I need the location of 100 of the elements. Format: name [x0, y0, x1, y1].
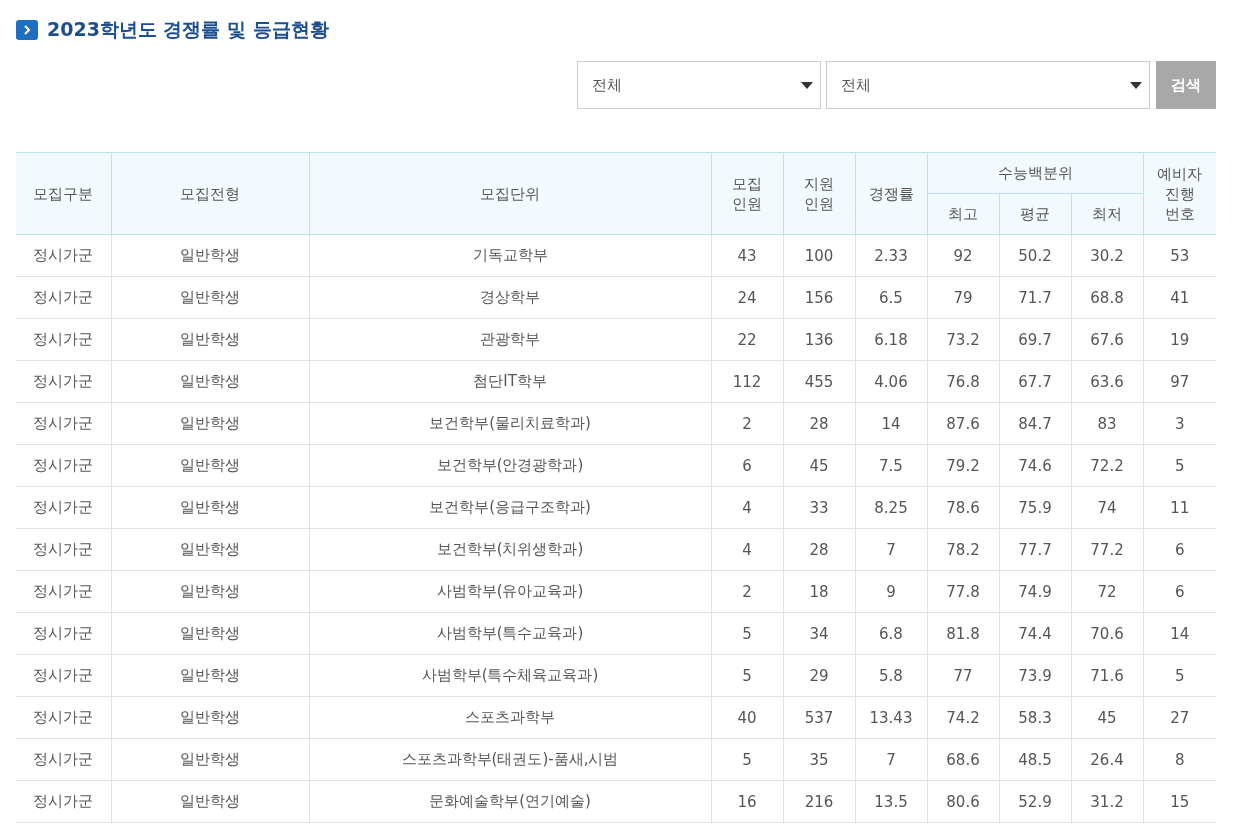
table-cell: 5	[711, 654, 783, 697]
table-cell: 43	[711, 234, 783, 277]
table-cell: 78.2	[927, 528, 999, 571]
table-cell: 26.4	[1071, 738, 1143, 781]
table-cell: 일반학생	[111, 612, 309, 655]
table-cell: 정시가군	[16, 654, 111, 697]
table-cell: 136	[783, 318, 855, 361]
table-cell: 사범학부(유아교육과)	[309, 570, 711, 613]
table-cell: 정시가군	[16, 444, 111, 487]
table-cell: 74.9	[999, 570, 1071, 613]
table-cell: 9	[855, 570, 927, 613]
dropdown-caret-icon	[801, 81, 813, 89]
table-cell: 28	[783, 528, 855, 571]
table-cell: 14	[855, 402, 927, 445]
table-cell: 경상학부	[309, 276, 711, 319]
table-cell: 2.33	[855, 234, 927, 277]
table-cell: 보건학부(물리치료학과)	[309, 402, 711, 445]
table-cell: 5	[711, 738, 783, 781]
table-cell: 79	[927, 276, 999, 319]
column-header: 평균	[999, 193, 1071, 235]
table-cell: 정시가군	[16, 486, 111, 529]
table-cell: 67.7	[999, 360, 1071, 403]
table-cell: 73.9	[999, 654, 1071, 697]
column-header: 최저	[1071, 193, 1143, 235]
table-cell: 68.8	[1071, 276, 1143, 319]
table-cell: 84.7	[999, 402, 1071, 445]
table-cell: 5.8	[855, 654, 927, 697]
table-cell: 77	[927, 654, 999, 697]
table-cell: 일반학생	[111, 318, 309, 361]
table-cell: 79.2	[927, 444, 999, 487]
table-cell: 28	[783, 402, 855, 445]
column-group-header: 수능백분위	[927, 152, 1143, 194]
table-cell: 68.6	[927, 738, 999, 781]
table-cell: 48.5	[999, 738, 1071, 781]
table-cell: 관광학부	[309, 318, 711, 361]
table-cell: 16	[711, 780, 783, 823]
table-cell: 112	[711, 360, 783, 403]
table-cell: 78.6	[927, 486, 999, 529]
table-cell: 45	[783, 444, 855, 487]
table-cell: 일반학생	[111, 654, 309, 697]
table-cell: 73.2	[927, 318, 999, 361]
column-header: 모집전형	[111, 152, 309, 235]
table-cell: 77.7	[999, 528, 1071, 571]
table-cell: 6.18	[855, 318, 927, 361]
column-header: 모집구분	[16, 152, 111, 235]
chevron-right-icon	[16, 20, 38, 40]
table-cell: 2	[711, 402, 783, 445]
table-cell: 74.4	[999, 612, 1071, 655]
table-cell: 7	[855, 528, 927, 571]
table-cell: 74	[1071, 486, 1143, 529]
table-cell: 74.6	[999, 444, 1071, 487]
table-cell: 33	[783, 486, 855, 529]
table-cell: 스포츠과학부	[309, 696, 711, 739]
column-header: 지원 인원	[783, 152, 855, 235]
table-cell: 일반학생	[111, 444, 309, 487]
column-header: 모집단위	[309, 152, 711, 235]
table-cell: 31.2	[1071, 780, 1143, 823]
table-cell: 4	[711, 486, 783, 529]
table-cell: 52.9	[999, 780, 1071, 823]
table-cell: 22	[711, 318, 783, 361]
table-cell: 537	[783, 696, 855, 739]
table-cell: 정시가군	[16, 360, 111, 403]
table-cell: 5	[711, 612, 783, 655]
table-cell: 29	[783, 654, 855, 697]
table-cell: 67.6	[1071, 318, 1143, 361]
table-cell: 63.6	[1071, 360, 1143, 403]
table-cell: 사범학부(특수교육과)	[309, 612, 711, 655]
table-cell: 일반학생	[111, 360, 309, 403]
table-cell: 스포츠과학부(태권도)-품새,시범	[309, 738, 711, 781]
table-cell: 정시가군	[16, 234, 111, 277]
table-cell: 92	[927, 234, 999, 277]
table-cell: 정시가군	[16, 318, 111, 361]
table-cell: 일반학생	[111, 528, 309, 571]
table-cell: 사범학부(특수체육교육과)	[309, 654, 711, 697]
table-cell: 76.8	[927, 360, 999, 403]
table-cell: 69.7	[999, 318, 1071, 361]
column-header: 모집 인원	[711, 152, 783, 235]
table-cell: 77.8	[927, 570, 999, 613]
column-header: 경쟁률	[855, 152, 927, 235]
table-cell: 45	[1071, 696, 1143, 739]
table-cell: 정시가군	[16, 570, 111, 613]
column-header: 예비자 진행 번호	[1143, 152, 1216, 235]
table-cell: 2	[711, 570, 783, 613]
table-cell: 보건학부(응급구조학과)	[309, 486, 711, 529]
table-cell: 정시가군	[16, 780, 111, 823]
table-cell: 24	[711, 276, 783, 319]
table-cell: 6.5	[855, 276, 927, 319]
table-cell: 정시가군	[16, 612, 111, 655]
table-cell: 216	[783, 780, 855, 823]
table-cell: 35	[783, 738, 855, 781]
dropdown-select[interactable]: 전체	[577, 61, 821, 109]
table-cell: 156	[783, 276, 855, 319]
table-cell: 455	[783, 360, 855, 403]
table-cell: 87.6	[927, 402, 999, 445]
dropdown-select[interactable]: 전체	[826, 61, 1150, 109]
table-cell: 정시가군	[16, 402, 111, 445]
table-cell: 7	[855, 738, 927, 781]
table-cell: 30.2	[1071, 234, 1143, 277]
table-cell: 보건학부(치위생학과)	[309, 528, 711, 571]
table-cell: 일반학생	[111, 570, 309, 613]
